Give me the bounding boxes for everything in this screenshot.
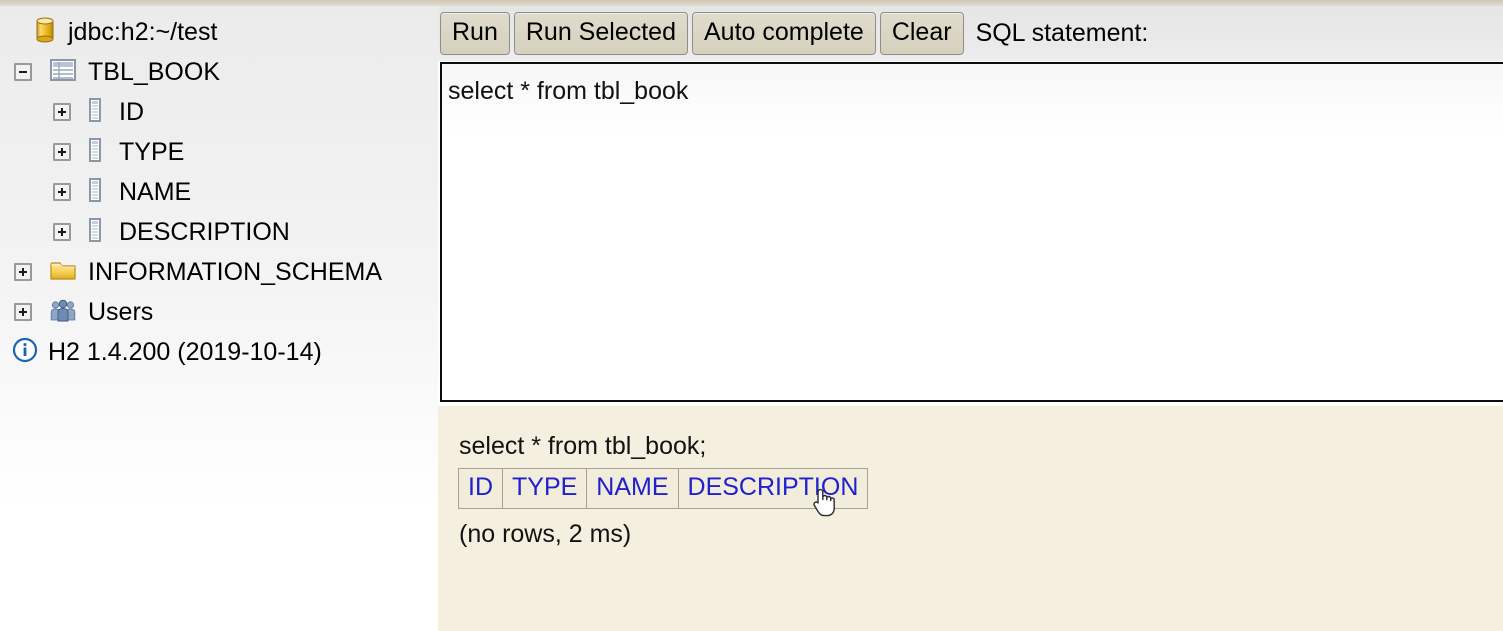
result-table: ID TYPE NAME DESCRIPTION bbox=[458, 468, 869, 509]
tree-item-column-description[interactable]: DESCRIPTION bbox=[0, 212, 438, 252]
tree-item-column-name[interactable]: NAME bbox=[0, 172, 438, 212]
table-icon bbox=[50, 58, 76, 86]
expander-plus-icon[interactable] bbox=[53, 223, 71, 241]
clear-button[interactable]: Clear bbox=[879, 12, 964, 55]
column-header-name[interactable]: NAME bbox=[586, 468, 679, 509]
sql-statement-label: SQL statement: bbox=[975, 19, 1149, 47]
tree-item-version-info: H2 1.4.200 (2019-10-14) bbox=[0, 332, 438, 372]
tree-item-column-id[interactable]: ID bbox=[0, 92, 438, 132]
column-header-id[interactable]: ID bbox=[458, 468, 503, 509]
h2-console-window: jdbc:h2:~/test TBL_BOOK ID TYPE NAME DES… bbox=[0, 0, 1503, 631]
database-cylinder-icon bbox=[34, 16, 56, 49]
tree-item-label: jdbc:h2:~/test bbox=[68, 17, 218, 46]
database-tree-panel: jdbc:h2:~/test TBL_BOOK ID TYPE NAME DES… bbox=[0, 6, 438, 631]
tree-item-tbl-book[interactable]: TBL_BOOK bbox=[0, 52, 438, 92]
result-query-echo: select * from tbl_book; bbox=[459, 432, 707, 460]
expander-plus-icon[interactable] bbox=[53, 143, 71, 161]
result-status-text: (no rows, 2 ms) bbox=[459, 520, 632, 548]
column-icon bbox=[89, 177, 101, 207]
column-icon bbox=[89, 217, 101, 247]
tree-item-label: DESCRIPTION bbox=[119, 217, 290, 246]
info-icon bbox=[12, 337, 38, 368]
tree-item-connection[interactable]: jdbc:h2:~/test bbox=[0, 12, 438, 52]
tree-item-label: NAME bbox=[119, 177, 192, 206]
tree-item-label: TBL_BOOK bbox=[88, 57, 220, 86]
folder-icon bbox=[50, 259, 76, 286]
tree-item-label: INFORMATION_SCHEMA bbox=[88, 257, 382, 286]
sql-editor-value[interactable]: select * from tbl_book bbox=[448, 77, 688, 106]
column-header-type[interactable]: TYPE bbox=[501, 468, 588, 509]
tree-item-label: H2 1.4.200 (2019-10-14) bbox=[48, 337, 322, 366]
sql-toolbar: Run Run Selected Auto complete Clear SQL… bbox=[438, 6, 1503, 61]
run-button[interactable]: Run bbox=[440, 12, 510, 55]
result-table-header-row: ID TYPE NAME DESCRIPTION bbox=[458, 468, 869, 509]
results-panel: select * from tbl_book; ID TYPE NAME DES… bbox=[438, 406, 1503, 631]
expander-placeholder bbox=[8, 23, 26, 41]
expander-plus-icon[interactable] bbox=[14, 263, 32, 281]
tree-item-users[interactable]: Users bbox=[0, 292, 438, 332]
users-icon bbox=[50, 298, 76, 327]
tree-item-column-type[interactable]: TYPE bbox=[0, 132, 438, 172]
run-selected-button[interactable]: Run Selected bbox=[513, 12, 688, 55]
expander-minus-icon[interactable] bbox=[14, 63, 32, 81]
expander-plus-icon[interactable] bbox=[14, 303, 32, 321]
database-tree: jdbc:h2:~/test TBL_BOOK ID TYPE NAME DES… bbox=[0, 12, 438, 372]
tree-item-label: ID bbox=[119, 97, 144, 126]
column-header-description[interactable]: DESCRIPTION bbox=[677, 468, 869, 509]
sql-editor[interactable]: select * from tbl_book bbox=[440, 62, 1503, 402]
tree-item-label: TYPE bbox=[119, 137, 185, 166]
sql-workspace: Run Run Selected Auto complete Clear SQL… bbox=[438, 6, 1503, 631]
column-icon bbox=[89, 97, 101, 127]
auto-complete-button[interactable]: Auto complete bbox=[691, 12, 876, 55]
tree-item-information-schema[interactable]: INFORMATION_SCHEMA bbox=[0, 252, 438, 292]
column-icon bbox=[89, 137, 101, 167]
expander-plus-icon[interactable] bbox=[53, 103, 71, 121]
expander-plus-icon[interactable] bbox=[53, 183, 71, 201]
tree-item-label: Users bbox=[88, 297, 154, 326]
